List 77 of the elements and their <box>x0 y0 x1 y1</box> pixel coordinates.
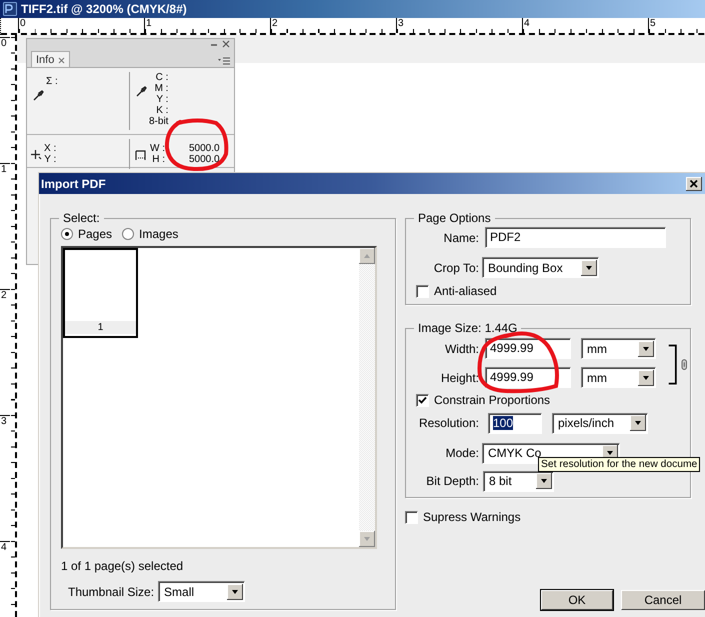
info-label: W : <box>150 143 165 154</box>
selection-status: 1 of 1 page(s) selected <box>60 558 184 573</box>
info-label: X : <box>44 143 56 154</box>
caret-icon[interactable] <box>581 260 597 276</box>
crop-dropdown[interactable]: Bounding Box <box>482 257 599 278</box>
unit-dropdown[interactable]: pixels/inch <box>552 412 648 434</box>
group-label: Select: <box>62 211 101 225</box>
info-label: Σ : <box>46 76 58 87</box>
eyedropper-icon <box>136 86 147 97</box>
cancel-button[interactable]: Cancel <box>621 590 705 610</box>
scroll-arrow-icon[interactable] <box>359 531 375 547</box>
radio-label[interactable]: Pages <box>78 227 112 241</box>
ok-button[interactable]: OK <box>541 590 613 610</box>
ruler-label: 3 <box>0 415 10 541</box>
checkbox-label[interactable]: Supress Warnings <box>423 510 521 524</box>
window-title: TIFF2.tif @ 3200% (CMYK/8#) <box>21 2 187 16</box>
thumbnail-size-dropdown[interactable]: Small <box>158 581 246 602</box>
info-label: Y : <box>155 94 168 105</box>
field-label: Thumbnail Size: <box>68 584 154 598</box>
field-label: Name: <box>442 230 479 244</box>
info-label: C : <box>154 72 168 83</box>
info-label: H : <box>151 154 165 165</box>
ruler-label: 1 <box>144 18 270 33</box>
scroll-arrow-icon[interactable] <box>359 248 375 264</box>
caret-icon[interactable] <box>638 340 654 356</box>
field-label: Height: <box>440 370 479 384</box>
caret-icon[interactable] <box>638 370 654 386</box>
group-label: Image Size: 1.44G <box>417 321 518 335</box>
eyedropper-icon <box>33 90 44 101</box>
ruler-label: 0 <box>0 37 10 163</box>
caret-icon[interactable] <box>536 473 552 489</box>
checkbox-label[interactable]: Constrain Proportions <box>434 393 550 407</box>
bit-depth-dropdown[interactable]: 8 bit <box>483 470 554 492</box>
checkbox[interactable] <box>416 284 429 298</box>
info-value: 5000.0 <box>189 154 220 165</box>
unit-dropdown[interactable]: mm <box>581 367 656 388</box>
ruler-label: 2 <box>0 289 10 415</box>
field-label: Resolution: <box>418 416 479 430</box>
radio-button[interactable] <box>61 228 73 240</box>
panel-tab[interactable]: Info <box>31 51 70 67</box>
dimension-field[interactable]: 4999.99 <box>485 367 571 388</box>
close-icon[interactable] <box>686 176 702 190</box>
unit-dropdown[interactable]: mm <box>581 338 656 359</box>
name-field[interactable]: PDF2 <box>485 227 666 248</box>
ruler-label: 4 <box>0 541 10 617</box>
crosshair-icon <box>31 148 42 160</box>
field-label: Bit Depth: <box>425 474 479 488</box>
field-label: Mode: <box>444 446 479 460</box>
ruler-label: 3 <box>396 18 522 33</box>
checkbox[interactable] <box>416 394 429 406</box>
info-value: 5000.0 <box>189 143 220 154</box>
resolution-field[interactable]: 100 <box>488 412 542 434</box>
info-label: M : <box>154 83 168 94</box>
dimension-field[interactable]: 4999.99 <box>485 338 571 359</box>
page-thumbnail[interactable]: 1 <box>63 248 138 338</box>
ruler-label: 4 <box>522 18 648 33</box>
ruler-label: 1 <box>0 163 10 289</box>
panel-menu-icon[interactable] <box>218 57 230 65</box>
app-logo-icon <box>3 2 17 16</box>
ruler-label: 5 <box>648 18 705 33</box>
checkbox[interactable] <box>405 510 418 524</box>
dialog-title: Import PDF <box>41 176 106 190</box>
ruler-label: 0 <box>18 18 144 33</box>
field-label: Crop To: <box>432 260 479 274</box>
info-label: Y : <box>44 154 56 165</box>
group-label: Page Options <box>417 211 492 225</box>
info-label: K : <box>155 105 168 116</box>
checkbox-label[interactable]: Anti-aliased <box>434 284 497 298</box>
ruler-label: 2 <box>270 18 396 33</box>
bit-depth-label: 8-bit <box>149 116 168 127</box>
selection-size-icon <box>135 148 148 160</box>
radio-button[interactable] <box>122 228 134 240</box>
radio-label[interactable]: Images <box>139 227 178 241</box>
caret-icon[interactable] <box>227 584 244 600</box>
caret-icon[interactable] <box>630 415 646 431</box>
tooltip: Set resolution for the new docume <box>538 457 700 472</box>
field-label: Width: <box>444 342 479 356</box>
